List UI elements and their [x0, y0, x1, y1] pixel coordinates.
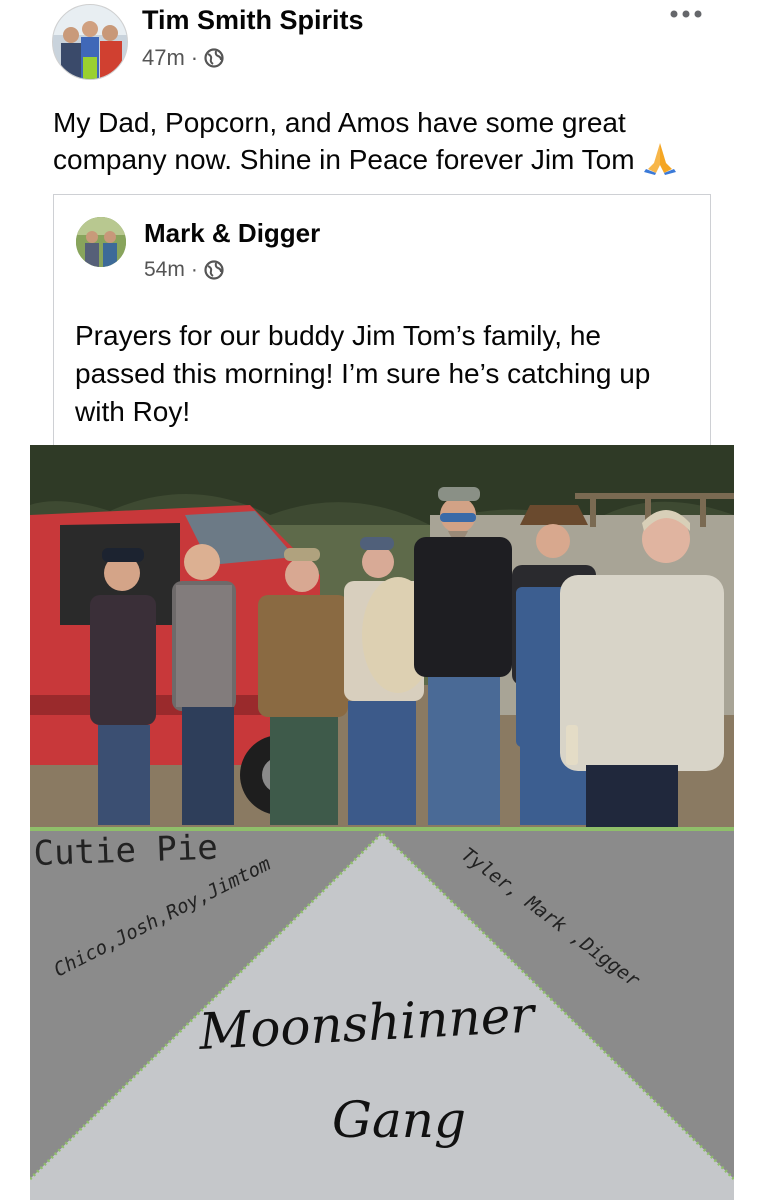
- shared-post[interactable]: Mark & Digger 54m · Prayers for our budd…: [53, 194, 711, 447]
- shared-author-name[interactable]: Mark & Digger: [144, 217, 320, 249]
- group-photo: [30, 445, 734, 827]
- globe-icon[interactable]: [204, 48, 224, 68]
- moonshinner-gang-banner: Cutie Pie Chico,Josh,Roy,Jimtom Tyler, M…: [30, 827, 734, 1200]
- banner-left-title: Cutie Pie: [33, 828, 219, 874]
- post-text: My Dad, Popcorn, and Amos have some grea…: [53, 104, 733, 178]
- more-options-button[interactable]: [668, 4, 704, 28]
- post-text-content: My Dad, Popcorn, and Amos have some grea…: [53, 107, 635, 175]
- shared-post-time[interactable]: 54m: [144, 257, 185, 283]
- author-name[interactable]: Tim Smith Spirits: [142, 4, 364, 36]
- post-meta: 47m ·: [142, 44, 224, 72]
- banner-center-line2: Gang: [332, 1091, 466, 1149]
- meta-separator: ·: [190, 45, 199, 70]
- post-media[interactable]: Cutie Pie Chico,Josh,Roy,Jimtom Tyler, M…: [30, 445, 734, 1200]
- post-time[interactable]: 47m: [142, 44, 185, 72]
- shared-post-meta: 54m ·: [144, 257, 224, 283]
- post-header: Tim Smith Spirits 47m ·: [0, 0, 764, 90]
- shared-post-text: Prayers for our buddy Jim Tom’s family, …: [75, 320, 651, 427]
- author-avatar[interactable]: [52, 4, 128, 80]
- more-horizontal-icon: [670, 10, 702, 18]
- shared-author-avatar[interactable]: [76, 217, 126, 267]
- globe-icon[interactable]: [204, 260, 224, 280]
- meta-separator: ·: [190, 258, 198, 281]
- praying-hands-emoji: [644, 143, 677, 175]
